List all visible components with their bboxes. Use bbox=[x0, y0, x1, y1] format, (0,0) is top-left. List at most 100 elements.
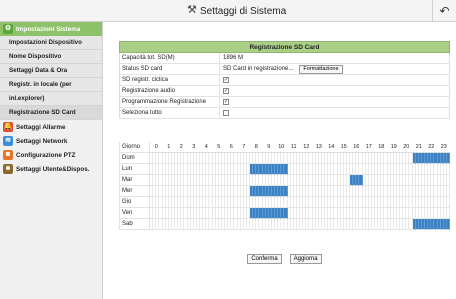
checkbox[interactable] bbox=[223, 110, 229, 116]
hour-label: 15 bbox=[340, 144, 347, 150]
alarm-bell-icon: 🔔 bbox=[3, 122, 13, 132]
sidebar-item[interactable]: Impostazioni Dispositivo bbox=[0, 36, 102, 50]
panel-title: Registrazione SD Card bbox=[119, 41, 450, 53]
hour-label: 13 bbox=[315, 144, 322, 150]
hour-label: 19 bbox=[390, 144, 397, 150]
hour-label: 20 bbox=[403, 144, 410, 150]
hour-label: 16 bbox=[353, 144, 360, 150]
gear-icon: ⚙ bbox=[3, 24, 13, 34]
row-value-text: SD Card in registrazione... bbox=[223, 65, 294, 72]
settings-row: Status SD card SD Card in registrazione..… bbox=[119, 64, 450, 75]
refresh-button[interactable]: Aggiorna bbox=[289, 254, 322, 264]
schedule-day-row: Mer bbox=[119, 186, 450, 197]
hour-label: 6 bbox=[229, 144, 233, 150]
hour-label: 11 bbox=[290, 144, 297, 150]
row-value: ✓ bbox=[220, 97, 449, 107]
sidebar-group-label: Settaggi Network bbox=[16, 137, 68, 145]
sidebar-group[interactable]: ≋ Settaggi Network bbox=[0, 134, 102, 148]
user-icon: ☻ bbox=[3, 164, 13, 174]
sidebar-group[interactable]: ◙ Configurazione PTZ bbox=[0, 148, 102, 162]
settings-row: Capacità tot. SD(M) 1896 M bbox=[119, 53, 450, 64]
row-value: ✓ bbox=[220, 75, 449, 85]
sd-card-panel: Registrazione SD Card Capacità tot. SD(M… bbox=[119, 41, 450, 119]
hour-label: 0 bbox=[154, 144, 158, 150]
day-label: Mar bbox=[119, 175, 150, 186]
ptz-camera-icon: ◙ bbox=[3, 150, 13, 160]
schedule-slot[interactable] bbox=[446, 219, 450, 230]
schedule-slot[interactable] bbox=[446, 175, 450, 186]
page-title: Settaggi di Sistema bbox=[200, 6, 287, 17]
row-label: Capacità tot. SD(M) bbox=[120, 53, 220, 63]
sidebar-group-label: Impostazioni Sistema bbox=[16, 25, 81, 33]
settings-row: SD registr. ciclica ✓ bbox=[119, 75, 450, 86]
schedule-day-row: Lun bbox=[119, 164, 450, 175]
hour-label: 5 bbox=[217, 144, 221, 150]
format-button[interactable]: Formattazione bbox=[299, 64, 343, 74]
sidebar-item[interactable]: Registrazione SD Card bbox=[0, 106, 102, 120]
day-label: Dom bbox=[119, 153, 150, 164]
hour-label: 14 bbox=[328, 144, 335, 150]
sidebar-item[interactable]: Settaggi Data & Ora bbox=[0, 64, 102, 78]
settings-row: Registrazione audio ✓ bbox=[119, 86, 450, 97]
sidebar-item[interactable]: Nome Dispositivo bbox=[0, 50, 102, 64]
schedule-header-row: Giorno 0 1 2 3 4 5 6 7 8 9 10 11 12 13 14 15 16 17 18 19 20 21… bbox=[119, 142, 450, 153]
schedule-slot[interactable] bbox=[446, 197, 450, 208]
schedule-slot[interactable] bbox=[446, 186, 450, 197]
hour-label: 10 bbox=[278, 144, 285, 150]
schedule-grid: Giorno 0 1 2 3 4 5 6 7 8 9 10 11 12 13 14 15 16 17 18 19 20 21… bbox=[119, 142, 450, 230]
hour-label: 9 bbox=[267, 144, 271, 150]
wifi-icon: ≋ bbox=[3, 136, 13, 146]
row-label: Programmazione Registrazione bbox=[120, 97, 220, 107]
sidebar: ⚙ Impostazioni Sistema Impostazioni Dispos… bbox=[0, 22, 103, 299]
schedule-slot[interactable] bbox=[446, 164, 450, 175]
action-bar: Conferma Aggiorna bbox=[119, 254, 450, 264]
row-value: 1896 M bbox=[220, 53, 449, 63]
row-label: Registrazione audio bbox=[120, 86, 220, 96]
row-label: Seleziona tutto bbox=[120, 108, 220, 118]
checkbox[interactable]: ✓ bbox=[223, 99, 229, 105]
sidebar-item[interactable]: inl.explorer) bbox=[0, 92, 102, 106]
schedule-slot[interactable] bbox=[446, 208, 450, 219]
top-bar: ⚒ Settaggi di Sistema ↶ bbox=[0, 0, 456, 22]
sidebar-group-label: Configurazione PTZ bbox=[16, 151, 76, 159]
row-label: SD registr. ciclica bbox=[120, 75, 220, 85]
hour-label: 18 bbox=[378, 144, 385, 150]
schedule-day-row: Sab bbox=[119, 219, 450, 230]
settings-row: Seleziona tutto bbox=[119, 108, 450, 119]
schedule-day-row: Dom bbox=[119, 153, 450, 164]
hour-label: 1 bbox=[167, 144, 171, 150]
hour-label: 2 bbox=[179, 144, 183, 150]
row-value: SD Card in registrazione... Formattazione bbox=[220, 64, 449, 74]
hour-label: 21 bbox=[415, 144, 422, 150]
hour-label: 17 bbox=[365, 144, 372, 150]
sidebar-item[interactable]: Registr. in locale (per bbox=[0, 78, 102, 92]
schedule-day-row: Gio bbox=[119, 197, 450, 208]
hour-label: 7 bbox=[242, 144, 246, 150]
checkbox[interactable]: ✓ bbox=[223, 77, 229, 83]
row-value bbox=[220, 108, 449, 118]
sidebar-group[interactable]: ⚙ Impostazioni Sistema bbox=[0, 22, 102, 36]
sidebar-group-label: Settaggi Allarme bbox=[16, 123, 66, 131]
hour-label: 23 bbox=[440, 144, 447, 150]
back-arrow-icon[interactable]: ↶ bbox=[432, 0, 456, 22]
row-value: ✓ bbox=[220, 86, 449, 96]
schedule-day-row: Mar bbox=[119, 175, 450, 186]
day-label: Gio bbox=[119, 197, 150, 208]
hour-label: 3 bbox=[192, 144, 196, 150]
checkbox[interactable]: ✓ bbox=[223, 88, 229, 94]
sidebar-group-label: Settaggi Utente&Dispos. bbox=[16, 165, 90, 173]
sidebar-group[interactable]: ☻ Settaggi Utente&Dispos. bbox=[0, 162, 102, 176]
confirm-button[interactable]: Conferma bbox=[247, 254, 282, 264]
day-label: Ven bbox=[119, 208, 150, 219]
hour-label: 4 bbox=[204, 144, 208, 150]
settings-row: Programmazione Registrazione ✓ bbox=[119, 97, 450, 108]
hour-label: 12 bbox=[303, 144, 310, 150]
schedule-header-label: Giorno bbox=[119, 142, 150, 153]
tools-icon: ⚒ bbox=[187, 4, 197, 16]
day-label: Lun bbox=[119, 164, 150, 175]
day-label: Sab bbox=[119, 219, 150, 230]
day-label: Mer bbox=[119, 186, 150, 197]
sidebar-group[interactable]: 🔔 Settaggi Allarme bbox=[0, 120, 102, 134]
hour-label: 8 bbox=[254, 144, 258, 150]
schedule-slot[interactable] bbox=[446, 153, 450, 164]
